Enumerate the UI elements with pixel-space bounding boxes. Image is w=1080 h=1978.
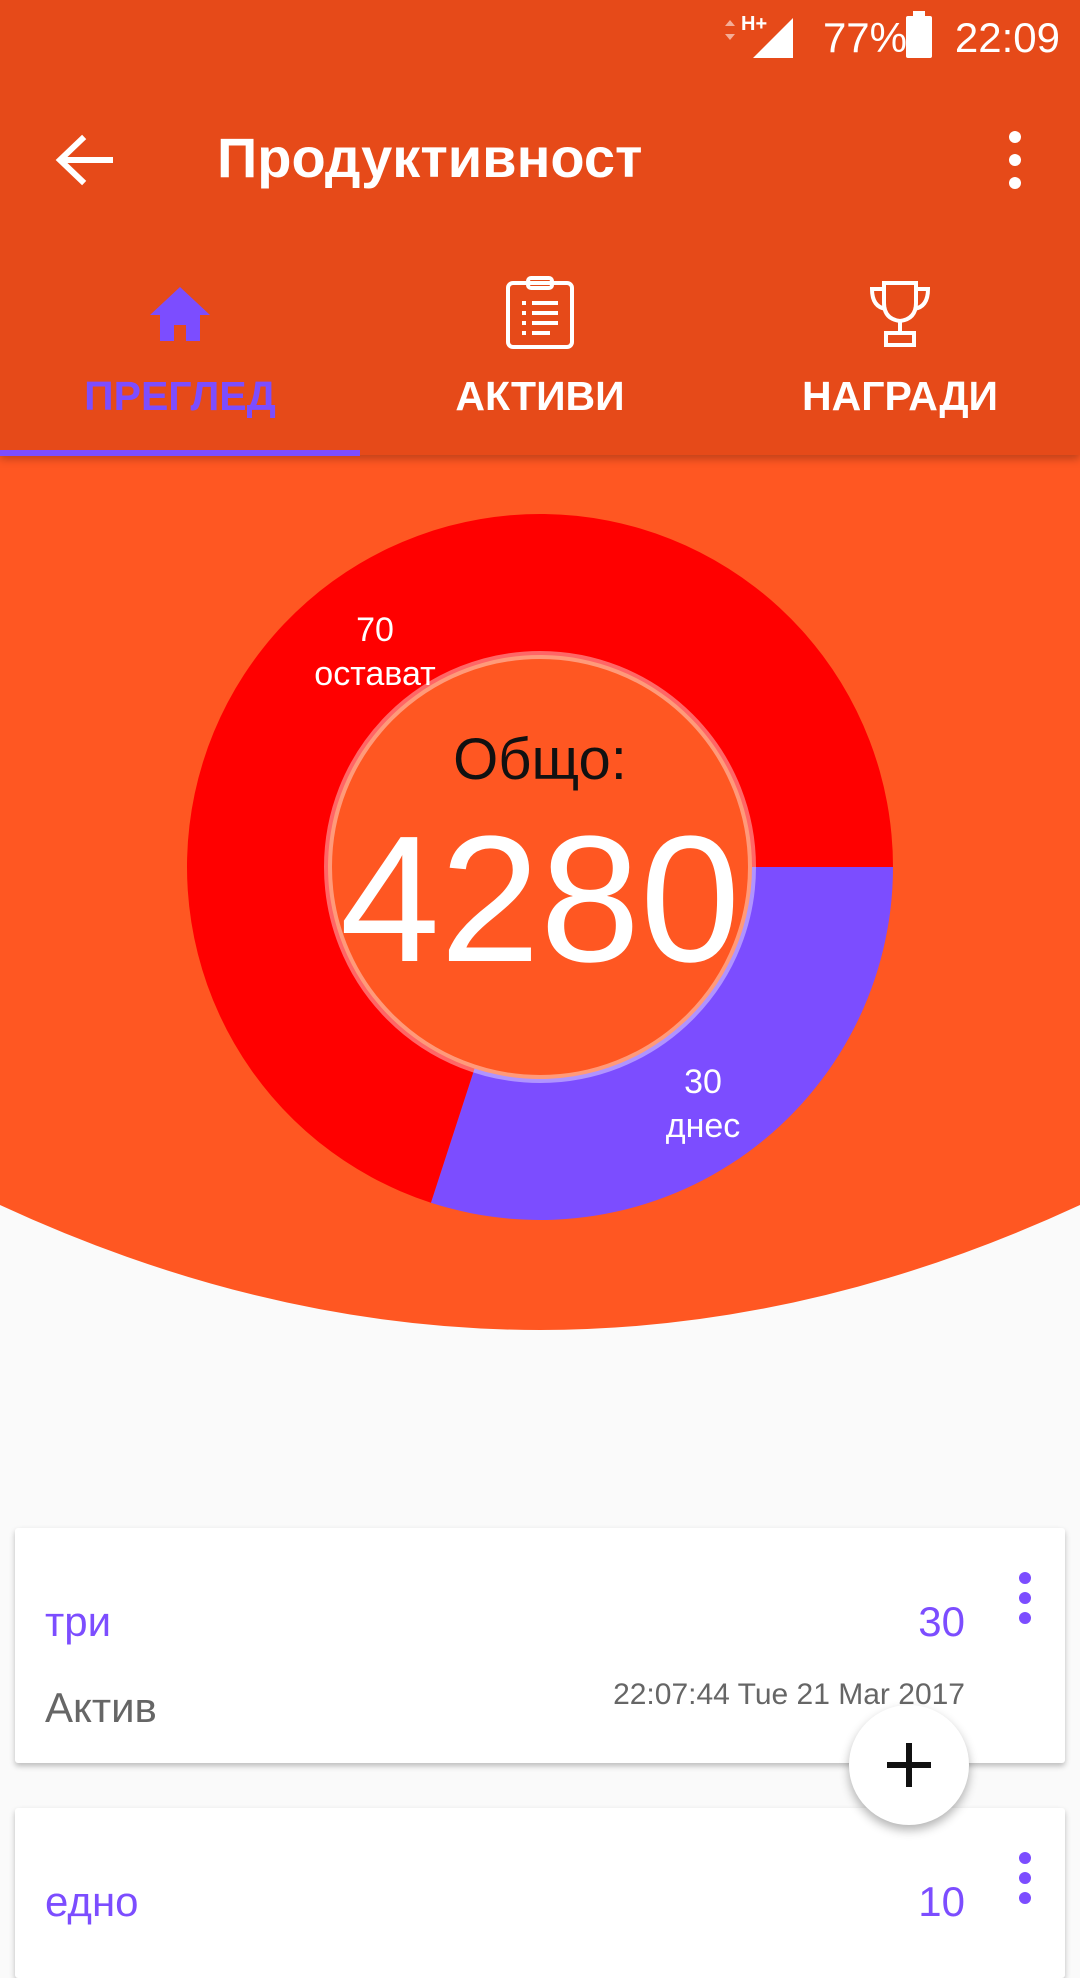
active-tab-indicator — [0, 450, 360, 456]
item-value: 30 — [918, 1598, 965, 1645]
tab-assets-label: АКТИВИ — [455, 373, 625, 419]
tab-assets[interactable]: АКТИВИ — [360, 255, 720, 455]
remaining-text: остават — [314, 655, 436, 693]
more-vertical-icon — [1009, 131, 1021, 189]
item-menu-button[interactable] — [1000, 1566, 1050, 1636]
total-label: Общо: — [453, 727, 627, 792]
item-status: Актив — [45, 1684, 157, 1731]
plus-icon — [887, 1743, 931, 1787]
more-vertical-icon — [1019, 1852, 1031, 1904]
item-value: 10 — [918, 1878, 965, 1925]
battery-icon — [906, 11, 932, 58]
arrow-left-icon — [55, 134, 113, 186]
more-vertical-icon — [1019, 1572, 1031, 1624]
remaining-value: 70 — [356, 611, 394, 649]
remaining-label: 70 остават — [290, 608, 460, 696]
tab-bar: ПРЕГЛЕД АКТИВИ НАГРАДИ — [0, 255, 1080, 456]
tab-overview[interactable]: ПРЕГЛЕД — [0, 255, 360, 455]
tab-rewards[interactable]: НАГРАДИ — [720, 255, 1080, 455]
page-title: Продуктивност — [217, 126, 643, 189]
status-bar: H+ 77% 22:09 — [0, 0, 1080, 74]
item-name: три — [45, 1598, 112, 1645]
add-button[interactable] — [849, 1705, 969, 1825]
item-name: едно — [45, 1878, 139, 1925]
today-label: 30 днес — [618, 1060, 788, 1148]
list-item[interactable]: едно 10 — [15, 1808, 1065, 1978]
cellular-signal-icon: H+ — [725, 13, 793, 58]
overflow-menu-button[interactable] — [970, 115, 1060, 205]
total-value: 4280 — [339, 799, 741, 1000]
app-bar: H+ 77% 22:09 Продуктивност ПРЕГЛЕД АКТИВ… — [0, 0, 1080, 456]
battery-percent: 77% — [822, 14, 907, 61]
clock: 22:09 — [954, 14, 1060, 61]
item-menu-button[interactable] — [1000, 1846, 1050, 1916]
trophy-icon — [869, 281, 931, 347]
home-icon — [150, 287, 210, 341]
clipboard-list-icon — [506, 276, 574, 349]
toolbar: Продуктивност — [0, 95, 1080, 225]
tab-rewards-label: НАГРАДИ — [801, 373, 998, 419]
network-type: H+ — [741, 13, 767, 35]
today-text: днес — [665, 1107, 741, 1145]
tab-overview-label: ПРЕГЛЕД — [84, 373, 276, 419]
today-value: 30 — [684, 1063, 722, 1101]
back-button[interactable] — [40, 115, 130, 205]
